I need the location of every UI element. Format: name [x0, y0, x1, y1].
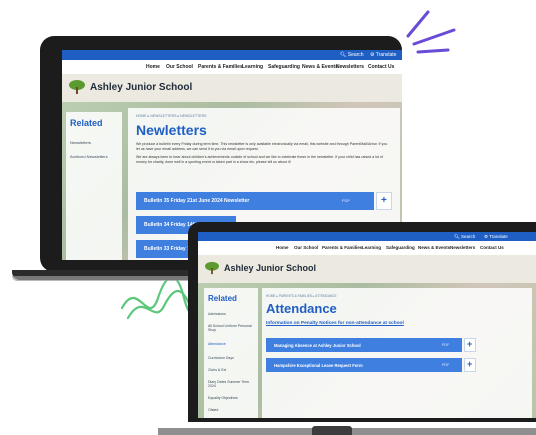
sidebar: Related Newsletters Archived Newsletters	[66, 112, 122, 260]
monitor-screen: 🔍︎ Search ⚙ Translate Home Our School Pa…	[198, 232, 536, 418]
translate-label: Translate	[489, 234, 508, 239]
sidebar: Related Admissions All School Uniform Pe…	[204, 288, 258, 418]
monitor-stand-neck	[312, 426, 352, 435]
top-bar: 🔍︎ Search ⚙ Translate	[198, 232, 536, 241]
sidebar-item-curriculum[interactable]: Curriculum Days	[208, 356, 234, 360]
nav-contact-us[interactable]: Contact Us	[368, 64, 394, 70]
tree-logo-icon[interactable]	[204, 261, 220, 275]
translate-link[interactable]: ⚙ Translate	[484, 234, 508, 240]
nav-safeguarding[interactable]: Safeguarding	[386, 245, 415, 250]
breadcrumb: HOME ▸ NEWSLETTERS ▸ NEWSLETTERS	[136, 114, 207, 118]
intro-paragraph: We produce a bulletin every Friday durin…	[136, 142, 388, 151]
sidebar-item-equality[interactable]: Equality Objectives	[208, 396, 238, 400]
nav-our-school[interactable]: Our School	[294, 245, 318, 250]
nav-news-events[interactable]: News & Events	[302, 64, 338, 70]
expand-button[interactable]: +	[464, 338, 476, 352]
page-title: Newletters	[136, 122, 207, 138]
penalty-notices-link[interactable]: Information on Penalty Notices for non-a…	[266, 321, 404, 326]
sidebar-item-uniform[interactable]: All School Uniform Personal Shop	[208, 324, 254, 332]
breadcrumb-home[interactable]: HOME	[136, 114, 147, 118]
nav-parents-families[interactable]: Parents & Families	[198, 64, 243, 70]
bulletin-label: Bulletin 35 Friday 21st June 2024 Newsle…	[144, 198, 250, 204]
main-nav: Home Our School Parents & Families Learn…	[62, 60, 402, 74]
document-row[interactable]: Hampshire Exceptional Leave Request Form…	[266, 358, 462, 372]
related-title: Related	[208, 294, 237, 303]
breadcrumb: HOME ▸ PARENTS & FAMILIES ▸ ATTENDANCE	[266, 294, 337, 298]
document-label: Managing Absence at Ashley Junior School	[274, 343, 361, 348]
bulletin-label: Bulletin 33 Friday 7th	[144, 246, 195, 252]
expand-button[interactable]: +	[376, 192, 392, 210]
pdf-badge: PDF	[442, 363, 450, 367]
main-nav: Home Our School Parents & Families Learn…	[198, 241, 536, 255]
search-label: Search	[460, 234, 476, 239]
brand-bar: Ashley Junior School	[198, 255, 536, 283]
translate-link[interactable]: ⚙ Translate	[370, 52, 396, 58]
achievements-paragraph: We are always keen to hear about childre…	[136, 155, 383, 164]
nav-home[interactable]: Home	[276, 245, 289, 250]
breadcrumb-section[interactable]: PARENTS & FAMILIES	[279, 294, 312, 298]
bulletin-row[interactable]: Bulletin 35 Friday 21st June 2024 Newsle…	[136, 192, 374, 210]
search-link[interactable]: 🔍︎ Search	[454, 234, 475, 240]
breadcrumb-current: ATTENDANCE	[315, 294, 337, 298]
nav-contact-us[interactable]: Contact Us	[480, 245, 504, 250]
page-title: Attendance	[266, 301, 337, 316]
plus-icon: +	[467, 359, 473, 369]
breadcrumb-section[interactable]: NEWSLETTERS	[150, 114, 176, 118]
school-name[interactable]: Ashley Junior School	[90, 82, 192, 93]
sidebar-item-clubs[interactable]: Clubs & Ext	[208, 368, 226, 372]
tree-logo-icon[interactable]	[68, 79, 86, 95]
nav-safeguarding[interactable]: Safeguarding	[268, 64, 300, 70]
nav-learning[interactable]: Learning	[242, 64, 263, 70]
nav-learning[interactable]: Learning	[362, 245, 381, 250]
top-bar: 🔍︎ Search ⚙ Translate	[62, 50, 402, 60]
sidebar-item-ofsted[interactable]: Ofsted	[208, 408, 218, 412]
decorative-sparks	[406, 10, 456, 54]
nav-home[interactable]: Home	[146, 64, 160, 70]
sidebar-item-diary[interactable]: Diary Dates Summer Term 2024	[208, 380, 254, 388]
plus-icon: +	[381, 195, 387, 206]
nav-newsletters[interactable]: Newsletters	[336, 64, 364, 70]
brand-bar: Ashley Junior School	[62, 74, 402, 102]
search-label: Search	[347, 52, 364, 58]
document-row[interactable]: Managing Absence at Ashley Junior School…	[266, 338, 462, 352]
plus-icon: +	[467, 339, 473, 349]
expand-button[interactable]: +	[464, 358, 476, 372]
nav-parents-families[interactable]: Parents & Families	[322, 245, 362, 250]
website-attendance: 🔍︎ Search ⚙ Translate Home Our School Pa…	[198, 232, 536, 418]
related-title: Related	[70, 118, 103, 128]
pdf-badge: PDF	[442, 343, 450, 347]
document-label: Hampshire Exceptional Leave Request Form	[274, 363, 363, 368]
content-area: HOME ▸ PARENTS & FAMILIES ▸ ATTENDANCE A…	[262, 288, 532, 418]
breadcrumb-current: NEWSLETTERS	[180, 114, 207, 118]
nav-news-events[interactable]: News & Events	[418, 245, 450, 250]
pdf-badge: PDF	[342, 198, 350, 203]
school-name[interactable]: Ashley Junior School	[224, 263, 316, 273]
sidebar-item-attendance[interactable]: Attendance	[208, 342, 226, 346]
nav-our-school[interactable]: Our School	[166, 64, 193, 70]
sidebar-item-admissions[interactable]: Admissions	[208, 312, 226, 316]
search-link[interactable]: 🔍︎ Search	[340, 52, 364, 58]
sidebar-item-archived[interactable]: Archived Newsletters	[70, 154, 108, 159]
breadcrumb-home[interactable]: HOME	[266, 294, 276, 298]
sidebar-item-newsletters[interactable]: Newsletters	[70, 140, 91, 145]
nav-newsletters[interactable]: Newsletters	[450, 245, 475, 250]
translate-label: Translate	[375, 52, 397, 58]
